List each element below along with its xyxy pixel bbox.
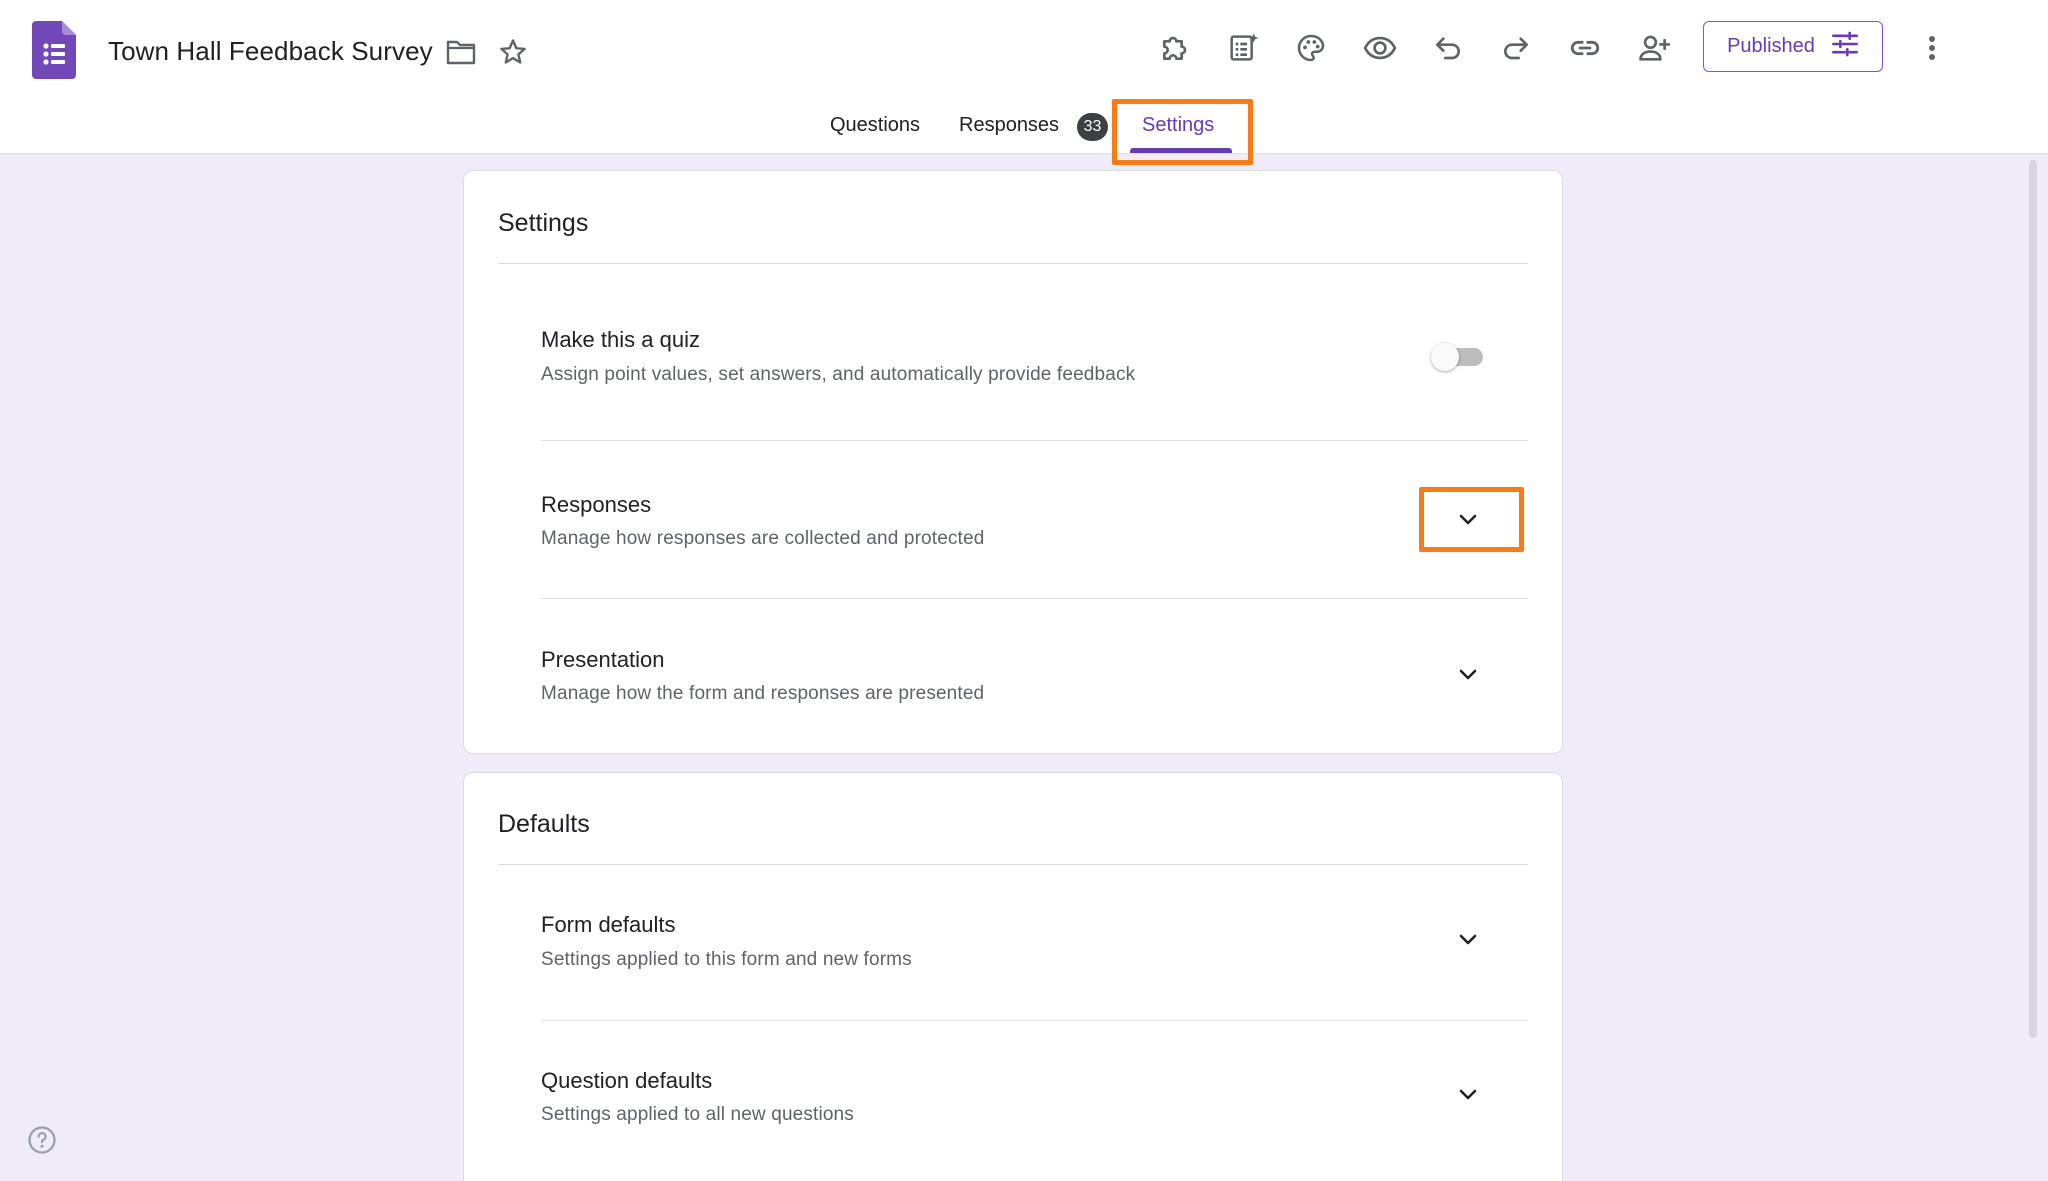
redo-icon[interactable] [1494, 26, 1538, 70]
tune-sliders-icon [1831, 31, 1859, 63]
question-defaults-expand-chevron-down-icon[interactable] [1451, 1078, 1485, 1112]
form-title[interactable]: Town Hall Feedback Survey [108, 36, 433, 67]
responses-expand-chevron-down-icon[interactable] [1451, 503, 1485, 537]
defaults-card-title: Defaults [498, 810, 590, 838]
add-ons-icon[interactable] [1153, 26, 1197, 70]
responses-row-desc: Manage how responses are collected and p… [541, 528, 985, 549]
form-defaults-expand-chevron-down-icon[interactable] [1451, 923, 1485, 957]
help-circle-icon[interactable] [26, 1124, 58, 1156]
question-defaults-row-desc: Settings applied to all new questions [541, 1104, 854, 1125]
tab-responses[interactable]: Responses [959, 114, 1059, 137]
divider [541, 598, 1528, 599]
divider [498, 263, 1528, 264]
divider [541, 440, 1528, 441]
responses-row-title: Responses [541, 492, 652, 517]
form-defaults-row-desc: Settings applied to this form and new fo… [541, 949, 912, 970]
more-vert-icon[interactable] [1912, 26, 1952, 70]
tab-questions[interactable]: Questions [830, 114, 920, 137]
divider [498, 864, 1528, 865]
gemini-form-icon[interactable] [1221, 26, 1265, 70]
question-defaults-row-title: Question defaults [541, 1068, 713, 1093]
divider [541, 1020, 1528, 1021]
settings-card-title: Settings [498, 209, 589, 237]
form-defaults-row-title: Form defaults [541, 912, 676, 937]
toggle-knob [1431, 343, 1459, 371]
folder-icon[interactable] [445, 36, 477, 68]
palette-icon[interactable] [1289, 26, 1333, 70]
responses-count-badge: 33 [1077, 113, 1108, 141]
active-tab-indicator [1130, 148, 1232, 153]
app-header: Town Hall Feedback Survey Published Ques… [0, 0, 2048, 154]
add-collaborator-icon[interactable] [1632, 26, 1676, 70]
quiz-toggle[interactable] [1429, 339, 1487, 375]
undo-icon[interactable] [1426, 26, 1470, 70]
presentation-row-desc: Manage how the form and responses are pr… [541, 683, 985, 704]
defaults-card: Defaults Form defaults Settings applied … [463, 772, 1563, 1181]
published-button[interactable]: Published [1703, 21, 1883, 72]
link-icon[interactable] [1563, 26, 1607, 70]
star-icon[interactable] [497, 36, 529, 68]
settings-card: Settings Make this a quiz Assign point v… [463, 170, 1563, 754]
page-scrollbar[interactable] [2029, 160, 2037, 1038]
quiz-row-title: Make this a quiz [541, 327, 700, 352]
quiz-row-desc: Assign point values, set answers, and au… [541, 364, 1136, 385]
published-label: Published [1727, 35, 1815, 57]
presentation-expand-chevron-down-icon[interactable] [1451, 658, 1485, 692]
tab-settings[interactable]: Settings [1142, 114, 1214, 137]
presentation-row-title: Presentation [541, 647, 665, 672]
google-forms-logo[interactable] [32, 21, 76, 79]
preview-eye-icon[interactable] [1358, 26, 1402, 70]
